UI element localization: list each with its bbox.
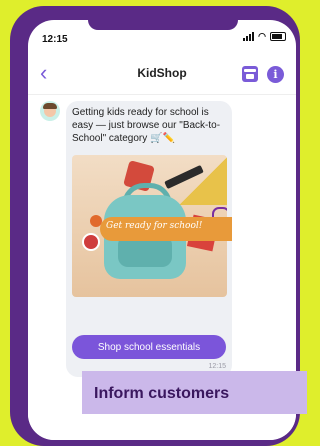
avatar bbox=[40, 101, 60, 121]
promo-caption: Get ready for school! bbox=[106, 221, 203, 231]
sticker-graphic bbox=[82, 233, 100, 251]
shop-school-essentials-button[interactable]: Shop school essentials bbox=[72, 335, 226, 359]
signal-icon bbox=[243, 32, 255, 41]
feature-banner: Inform customers bbox=[82, 371, 307, 414]
message-text: Getting kids ready for school is easy — … bbox=[72, 107, 221, 144]
notch bbox=[88, 20, 238, 30]
battery-icon bbox=[270, 32, 286, 41]
store-icon[interactable] bbox=[242, 66, 258, 82]
status-time: 12:15 bbox=[42, 34, 68, 45]
status-bar: 12:15 ◠ bbox=[28, 20, 296, 54]
message-bubble: Getting kids ready for school is easy — … bbox=[66, 101, 232, 377]
status-icons: ◠ bbox=[243, 32, 286, 41]
feature-banner-text: Inform customers bbox=[94, 385, 230, 402]
info-icon[interactable]: i bbox=[267, 66, 284, 83]
wifi-icon: ◠ bbox=[258, 31, 266, 41]
message-timestamp: 12:15 bbox=[208, 363, 226, 370]
chat-header: ‹ KidShop i bbox=[28, 54, 296, 95]
